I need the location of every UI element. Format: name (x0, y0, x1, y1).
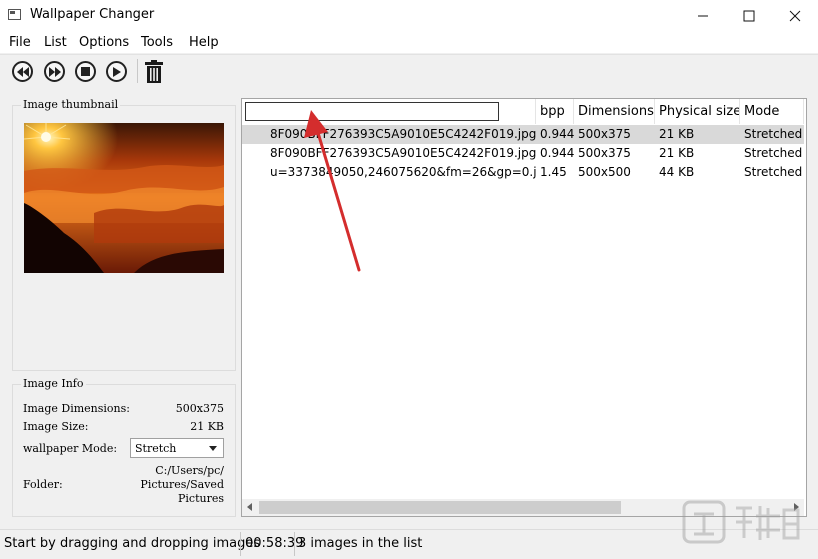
status-divider (294, 532, 295, 556)
minimize-icon[interactable] (680, 0, 726, 31)
title-bar: Wallpaper Changer (0, 0, 818, 31)
row-mode: Stretched (744, 146, 803, 160)
row-physical-size: 44 KB (659, 165, 695, 179)
column-header-dimensions[interactable]: Dimensions (574, 99, 655, 124)
thumbnail-panel-title: Image thumbnail (21, 98, 121, 111)
watermark-logo (682, 500, 800, 544)
row-bpp: 1.45 (540, 165, 567, 179)
scrollbar-thumb[interactable] (259, 501, 621, 514)
row-physical-size: 21 KB (659, 146, 695, 160)
menu-help[interactable]: Help (189, 35, 219, 50)
menu-list[interactable]: List (44, 35, 67, 50)
wallpaper-mode-label: wallpaper Mode: (23, 442, 118, 455)
row-dimensions: 500x375 (578, 146, 631, 160)
close-icon[interactable] (772, 0, 818, 31)
column-header-bpp[interactable]: bpp (536, 99, 574, 124)
row-bpp: 0.944 (540, 127, 575, 141)
trash-icon[interactable] (143, 60, 165, 87)
maximize-icon[interactable] (726, 0, 772, 31)
folder-line-3: Pictures (178, 492, 224, 505)
column-header-physical-size[interactable]: Physical size (655, 99, 740, 124)
rewind-icon[interactable] (12, 61, 33, 82)
stop-icon[interactable] (75, 61, 96, 82)
chevron-down-icon (209, 446, 217, 451)
annotation-arrow-icon (304, 110, 361, 272)
menu-tools[interactable]: Tools (141, 35, 173, 50)
status-message: Start by dragging and dropping images (4, 536, 261, 551)
row-dimensions: 500x375 (578, 127, 631, 141)
dimensions-label: Image Dimensions: (23, 402, 130, 415)
menu-file[interactable]: File (9, 35, 31, 50)
dimensions-value: 500x375 (175, 402, 224, 415)
status-count: 3 images in the list (298, 536, 423, 551)
fast-forward-icon[interactable] (44, 61, 65, 82)
menu-options[interactable]: Options (79, 35, 129, 50)
scroll-left-icon[interactable] (247, 503, 252, 511)
row-mode: Stretched (744, 127, 803, 141)
status-divider (240, 532, 241, 556)
toolbar (0, 54, 818, 88)
folder-line-1: C:/Users/pc/ (155, 464, 224, 477)
row-physical-size: 21 KB (659, 127, 695, 141)
play-icon[interactable] (106, 61, 127, 82)
folder-line-2: Pictures/Saved (140, 478, 224, 491)
app-icon (8, 9, 21, 20)
column-header-mode[interactable]: Mode (740, 99, 804, 124)
image-info-title: Image Info (21, 377, 86, 390)
row-dimensions: 500x500 (578, 165, 631, 179)
thumbnail-image (24, 123, 224, 273)
rename-input[interactable] (245, 102, 499, 121)
menu-bar: File List Options Tools Help (0, 31, 818, 53)
wallpaper-mode-select[interactable]: Stretch (130, 438, 224, 458)
window-title: Wallpaper Changer (30, 7, 155, 22)
folder-label: Folder: (23, 478, 63, 491)
size-value: 21 KB (190, 420, 224, 433)
size-label: Image Size: (23, 420, 89, 433)
toolbar-separator (137, 59, 138, 83)
row-bpp: 0.944 (540, 146, 575, 160)
row-mode: Stretched (744, 165, 803, 179)
wallpaper-mode-value: Stretch (135, 442, 177, 455)
